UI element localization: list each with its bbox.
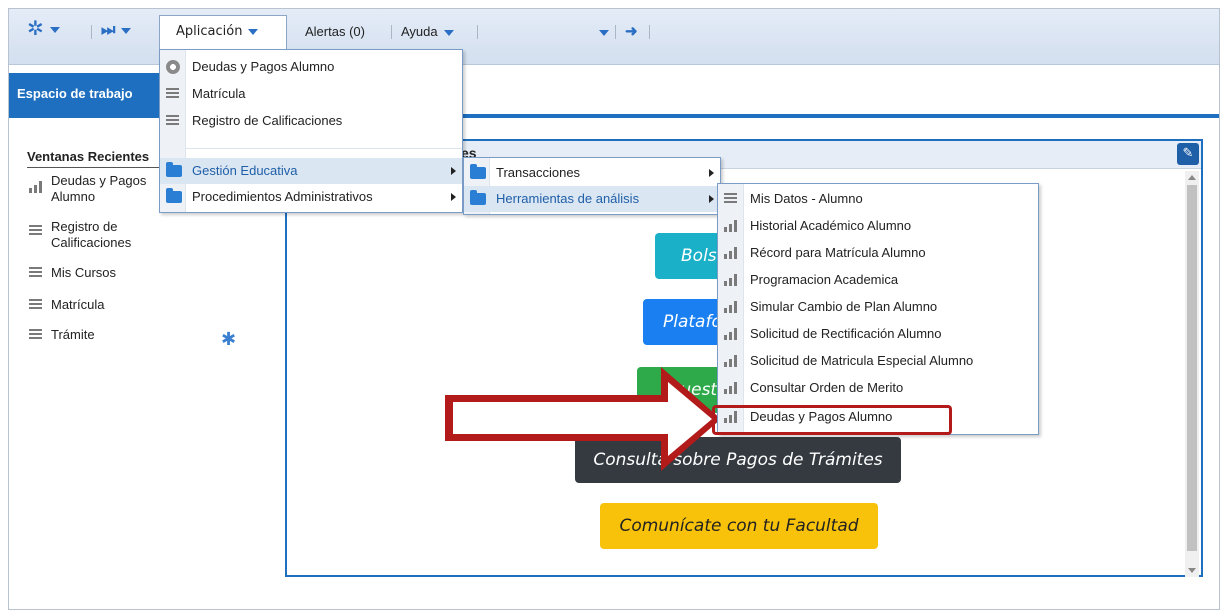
- menu-item-record-matricula[interactable]: Récord para Matrícula Alumno: [718, 240, 1038, 266]
- bar-chart-icon: [724, 274, 737, 286]
- list-icon: [29, 299, 42, 310]
- recent-item-label: Matrícula: [51, 297, 105, 312]
- menu-item-label: Consultar Orden de Merito: [750, 380, 904, 395]
- list-icon: [724, 193, 737, 204]
- menu-item-herramientas-analisis[interactable]: Herramientas de análisis: [464, 186, 720, 212]
- menu-item-label: Récord para Matrícula Alumno: [750, 245, 926, 260]
- list-icon: [29, 329, 42, 340]
- menu-item-label: Simular Cambio de Plan Alumno: [750, 299, 938, 314]
- separator: [477, 25, 478, 39]
- ayuda-menu-button[interactable]: Ayuda: [401, 21, 454, 43]
- tab-workspace[interactable]: Espacio de trabajo: [9, 73, 159, 115]
- recent-item-label: Deudas y Pagos: [51, 173, 147, 188]
- fast-forward-icon[interactable]: ⏭: [101, 20, 132, 42]
- menu-item-orden-merito[interactable]: Consultar Orden de Merito: [718, 375, 1038, 401]
- chevron-down-icon: [599, 29, 609, 36]
- menu-item-label: Transacciones: [496, 165, 581, 180]
- menu-item-solicitud-rectificacion[interactable]: Solicitud de Rectificación Alumno: [718, 321, 1038, 347]
- menu-item-label: Gestión Educativa: [192, 163, 298, 178]
- menu-item-historial-academico[interactable]: Historial Académico Alumno: [718, 213, 1038, 239]
- menu-divider: [186, 148, 462, 149]
- app-window: ✲ ⏭ Aplicación Alertas (0) Ayuda ➜ Espac…: [8, 8, 1220, 610]
- menu-item-solicitud-matricula-especial[interactable]: Solicitud de Matricula Especial Alumno: [718, 348, 1038, 374]
- aplicacion-menu: Deudas y Pagos Alumno Matrícula Registro…: [159, 49, 463, 213]
- menu-item-registro-calificaciones[interactable]: Registro de Calificaciones: [160, 108, 462, 134]
- recent-item-label: Mis Cursos: [51, 265, 117, 280]
- chevron-right-icon: [451, 193, 456, 201]
- list-icon: [166, 115, 179, 126]
- herramientas-analisis-submenu: Mis Datos - Alumno Historial Académico A…: [717, 183, 1039, 435]
- chevron-down-icon: [443, 29, 454, 36]
- favorites-star-icon[interactable]: ✲: [27, 18, 60, 40]
- folder-icon: [470, 164, 486, 179]
- bar-chart-icon: [724, 220, 737, 232]
- menu-item-label: Deudas y Pagos Alumno: [192, 59, 335, 74]
- bar-chart-icon: [29, 181, 42, 193]
- menu-item-matricula[interactable]: Matrícula: [160, 81, 462, 107]
- menu-item-mis-datos[interactable]: Mis Datos - Alumno: [718, 186, 1038, 212]
- menu-item-label: Procedimientos Administrativos: [192, 189, 373, 204]
- bar-chart-icon: [724, 355, 737, 367]
- edit-pencil-icon[interactable]: ✎: [1177, 143, 1199, 165]
- scroll-up-icon[interactable]: [1188, 175, 1196, 180]
- recent-windows-title: Ventanas Recientes: [27, 149, 150, 164]
- scroll-down-icon[interactable]: [1188, 568, 1196, 573]
- alertas-button[interactable]: Alertas (0): [305, 21, 365, 43]
- chevron-right-icon: [709, 195, 714, 203]
- gestion-educativa-submenu: Transacciones Herramientas de análisis: [463, 157, 721, 215]
- folder-icon: [470, 190, 486, 205]
- menu-item-simular-cambio-plan[interactable]: Simular Cambio de Plan Alumno: [718, 294, 1038, 320]
- aplicacion-label: Aplicación: [176, 24, 243, 39]
- menu-item-procedimientos[interactable]: Procedimientos Administrativos: [160, 184, 462, 210]
- menu-item-label: Registro de Calificaciones: [192, 113, 343, 128]
- menu-item-label: Solicitud de Matricula Especial Alumno: [750, 353, 974, 368]
- separator: [391, 25, 392, 39]
- favorite-star-icon[interactable]: ✱: [221, 329, 236, 350]
- menu-item-label: Matrícula: [192, 86, 246, 101]
- menu-item-label: Solicitud de Rectificación Alumno: [750, 326, 942, 341]
- recent-item-label: Calificaciones: [51, 235, 132, 250]
- gear-icon: [166, 60, 180, 74]
- menu-item-label: Herramientas de análisis: [496, 191, 640, 206]
- list-icon: [166, 88, 179, 99]
- folder-icon: [166, 162, 182, 177]
- menu-item-programacion-academica[interactable]: Programacion Academica: [718, 267, 1038, 293]
- separator: [91, 25, 92, 39]
- red-arrow-annotation: [445, 367, 721, 471]
- recent-item-label: Registro de: [51, 219, 118, 234]
- bar-chart-icon: [724, 382, 737, 394]
- bar-chart-icon: [724, 328, 737, 340]
- chevron-right-icon: [451, 167, 456, 175]
- chevron-down-icon: [248, 28, 259, 35]
- menu-item-label: Mis Datos - Alumno: [750, 191, 863, 206]
- recent-item-label: Alumno: [51, 189, 96, 204]
- list-icon: [29, 267, 42, 278]
- aplicacion-menu-button[interactable]: Aplicación: [159, 15, 287, 49]
- chevron-right-icon: [709, 169, 714, 177]
- menu-item-label: Historial Académico Alumno: [750, 218, 912, 233]
- menu-item-gestion-educativa[interactable]: Gestión Educativa: [160, 158, 462, 184]
- bar-chart-icon: [724, 301, 737, 313]
- recent-item-label: Trámite: [51, 327, 95, 342]
- separator: [649, 25, 650, 39]
- logout-icon[interactable]: ➜: [625, 21, 638, 43]
- ayuda-label: Ayuda: [401, 24, 438, 39]
- divider: [27, 167, 167, 168]
- menu-item-deudas-pagos[interactable]: Deudas y Pagos Alumno: [160, 54, 462, 80]
- bar-chart-icon: [724, 247, 737, 259]
- menu-item-transacciones[interactable]: Transacciones: [464, 160, 720, 186]
- highlight-box-annotation: [712, 405, 952, 435]
- menu-item-label: Programacion Academica: [750, 272, 899, 287]
- comunicate-facultad-button[interactable]: Comunícate con tu Facultad: [600, 503, 878, 549]
- dropdown-button[interactable]: [593, 21, 609, 43]
- separator: [615, 25, 616, 39]
- scroll-thumb[interactable]: [1187, 185, 1197, 551]
- folder-icon: [166, 188, 182, 203]
- list-icon: [29, 225, 42, 236]
- vertical-scrollbar[interactable]: [1185, 171, 1199, 577]
